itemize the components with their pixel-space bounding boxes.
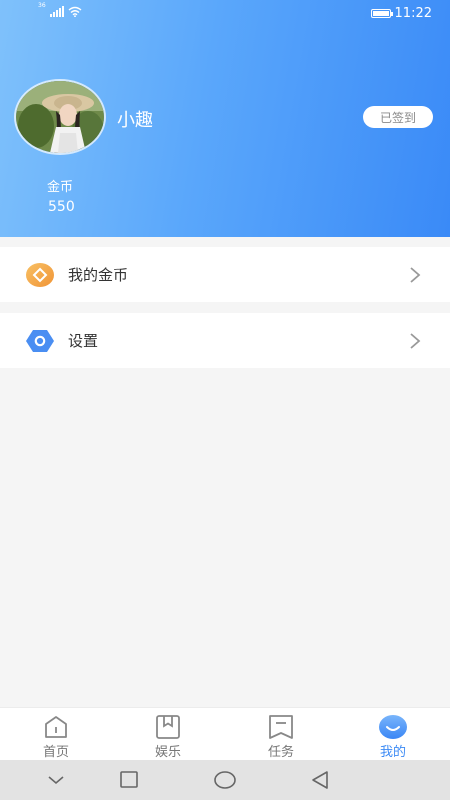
tab-entertainment[interactable]: 娱乐 xyxy=(112,708,224,761)
home-nav-icon[interactable] xyxy=(213,768,237,792)
menu-item-label: 设置 xyxy=(68,332,99,350)
tab-tasks[interactable]: 任务 xyxy=(225,708,337,761)
signal-icon xyxy=(49,6,64,17)
menu-item-label: 我的金币 xyxy=(68,266,129,284)
avatar[interactable] xyxy=(16,81,104,153)
signed-in-button[interactable]: 已签到 xyxy=(363,106,433,128)
tab-mine[interactable]: 我的 xyxy=(337,708,449,761)
chevron-right-icon xyxy=(410,332,421,349)
network-type: 36 xyxy=(38,2,46,9)
menu-item-settings[interactable]: 设置 xyxy=(0,313,450,368)
clock: 11:22 xyxy=(394,6,432,21)
profile-icon xyxy=(379,715,407,739)
settings-icon xyxy=(26,330,54,352)
tab-label: 娱乐 xyxy=(154,745,181,760)
home-icon xyxy=(45,716,67,738)
task-icon xyxy=(269,715,293,739)
hide-keyboard-icon[interactable] xyxy=(44,768,68,792)
wifi-icon xyxy=(68,6,82,17)
recent-apps-icon[interactable] xyxy=(117,768,141,792)
tab-label: 我的 xyxy=(379,745,406,760)
profile-header: 36 11:22 小趣 已签到 金币 550 xyxy=(0,0,450,237)
back-icon[interactable] xyxy=(308,768,332,792)
coin-icon xyxy=(26,263,54,287)
bookmark-icon xyxy=(156,715,180,739)
coins-value: 550 xyxy=(48,199,75,215)
battery-icon xyxy=(370,9,393,18)
tab-home[interactable]: 首页 xyxy=(0,708,112,761)
coins-label: 金币 xyxy=(47,180,74,195)
system-nav-bar xyxy=(0,760,450,800)
bottom-tab-bar: 首页 娱乐 任务 我的 xyxy=(0,707,450,760)
tab-label: 首页 xyxy=(42,745,69,760)
username: 小趣 xyxy=(117,110,153,131)
chevron-right-icon xyxy=(410,266,421,283)
tab-label: 任务 xyxy=(267,745,294,760)
status-bar: 36 11:22 xyxy=(0,0,450,28)
avatar-photo xyxy=(16,81,104,153)
status-right: 11:22 xyxy=(370,6,432,21)
status-left: 36 xyxy=(38,2,82,17)
menu-item-my-coins[interactable]: 我的金币 xyxy=(0,247,450,302)
